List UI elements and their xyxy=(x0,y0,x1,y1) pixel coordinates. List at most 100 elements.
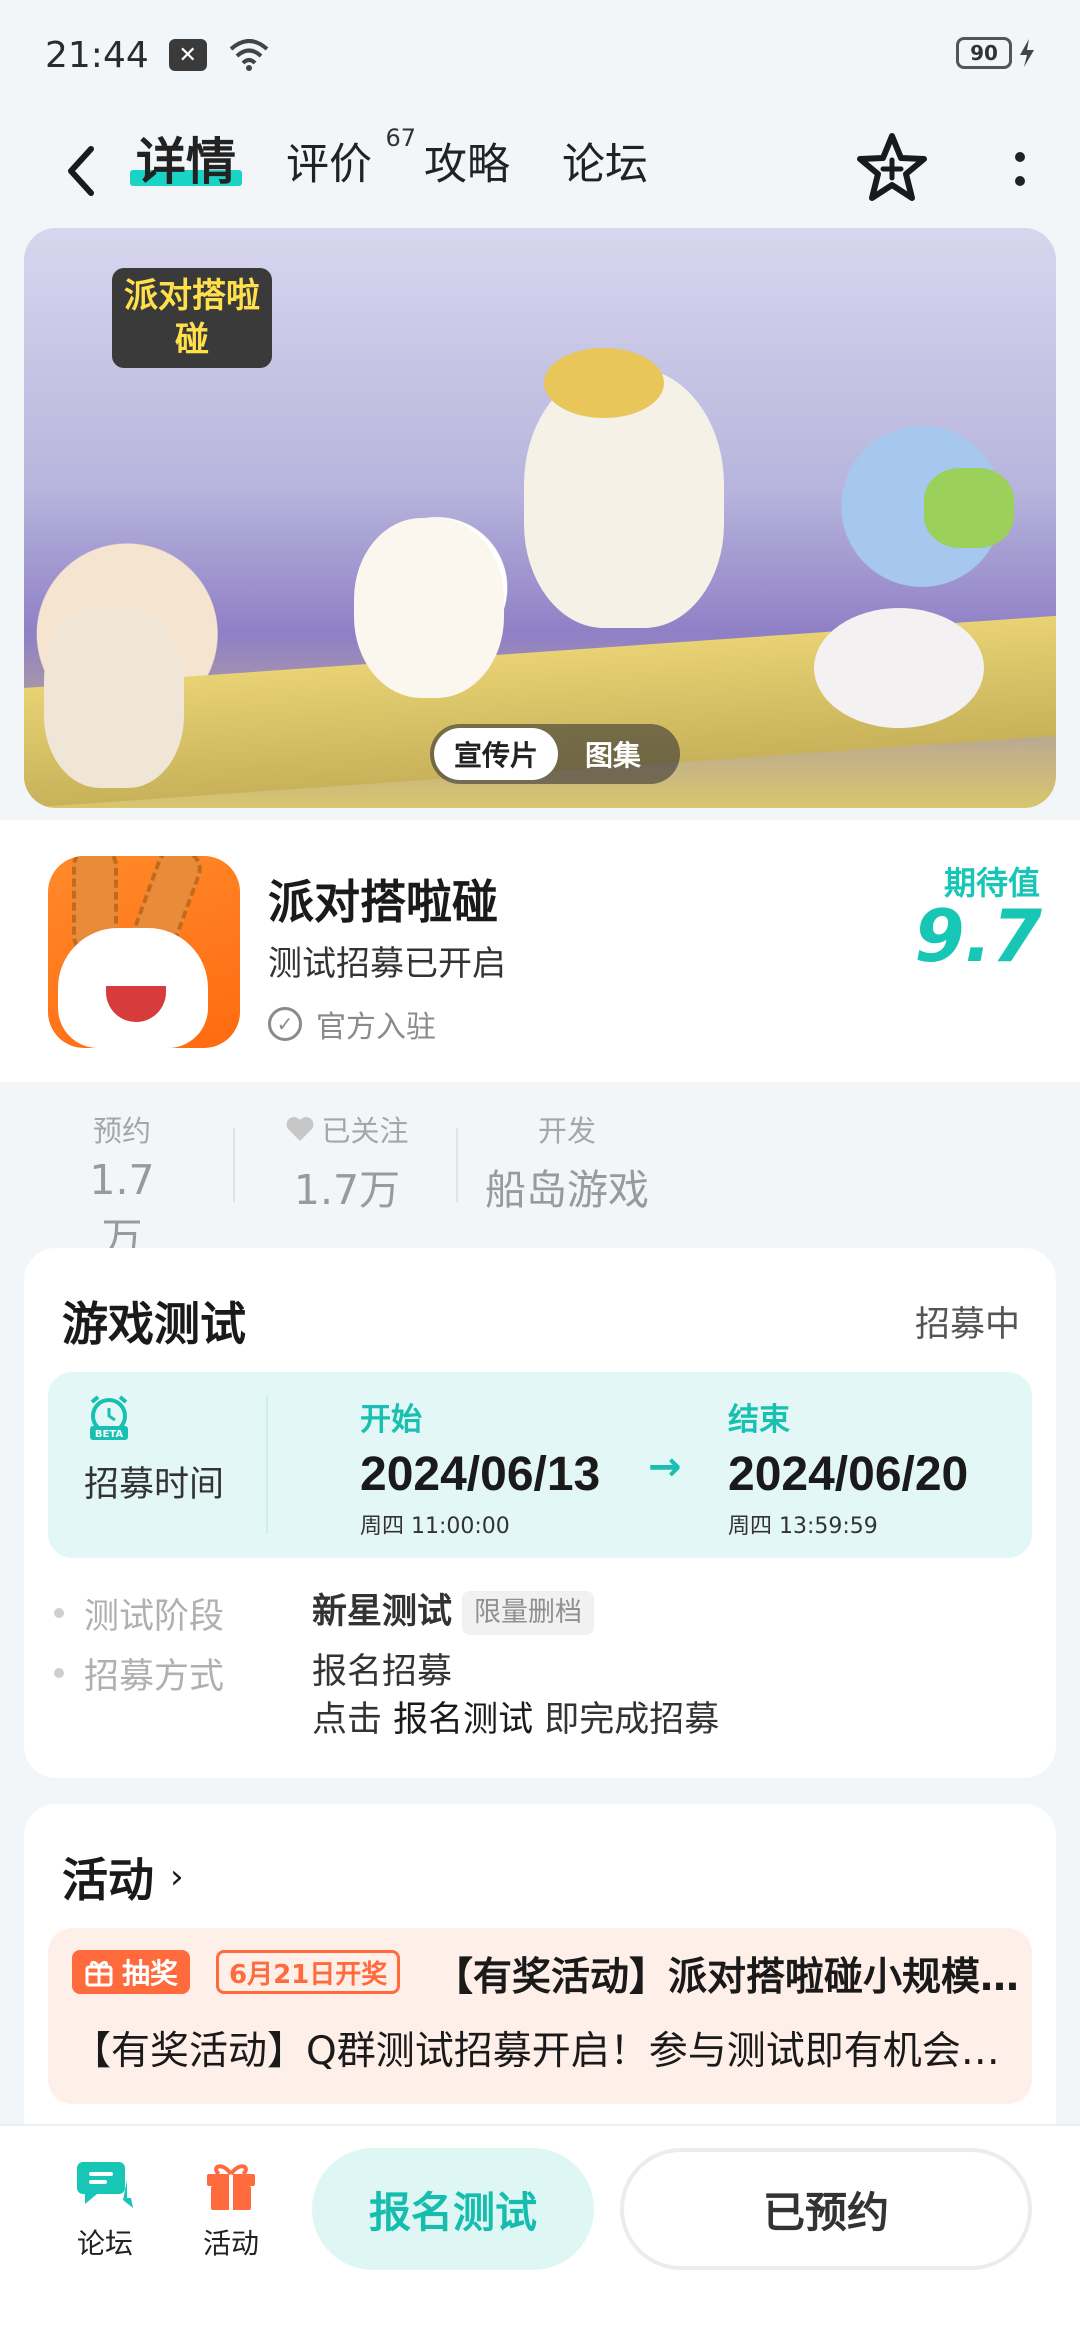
tab-label: 评价 xyxy=(286,140,372,190)
wifi-icon xyxy=(229,39,269,71)
stat-followers: 已关注 1.7万 xyxy=(282,1108,412,1216)
back-arrow-icon xyxy=(68,146,94,196)
stage-value: 新星测试 xyxy=(312,1592,453,1632)
start-title: 开始 xyxy=(360,1402,422,1438)
activity-title: 【有奖活动】派对搭啦碰小规模测试招募开启 xyxy=(434,1955,1028,2000)
activity-header[interactable]: 活动 › xyxy=(62,1844,184,1910)
game-subtitle: 测试招募已开启 xyxy=(268,944,506,984)
start-date: 2024/06/13 xyxy=(360,1448,601,1501)
end-title: 结束 xyxy=(728,1402,790,1438)
end-date: 2024/06/20 xyxy=(728,1448,969,1501)
banner-character-dino xyxy=(924,468,1014,548)
recruit-method-row: 招募方式 报名招募 点击 报名测试 即完成招募 xyxy=(54,1648,719,1744)
stage-label: 测试阶段 xyxy=(84,1597,225,1637)
banner-tab-trailer[interactable]: 宣传片 xyxy=(434,728,558,780)
activity-button[interactable]: 活动 xyxy=(186,2156,276,2262)
end-time: 结束 2024/06/20 周四 13:59:59 xyxy=(728,1394,968,1540)
signup-test-button[interactable]: 报名测试 xyxy=(312,2148,594,2270)
expectation-score: 9.7 xyxy=(914,894,1042,978)
check-icon: ✓ xyxy=(268,1007,302,1041)
notification-icon: ✕ xyxy=(168,39,207,71)
bottom-action-bar: 论坛 活动 报名测试 已预约 xyxy=(0,2124,1080,2340)
game-title: 派对搭啦碰 xyxy=(268,875,498,929)
chat-bubble-icon xyxy=(77,2162,133,2208)
activity-label: 活动 xyxy=(202,2227,259,2260)
status-icons: ✕ xyxy=(168,39,269,71)
gift-icon xyxy=(207,2164,255,2210)
banner-character-radish xyxy=(814,608,984,728)
method-hint-prefix: 点击 xyxy=(312,1700,394,1740)
start-time: 开始 2024/06/13 周四 11:00:00 xyxy=(360,1394,600,1540)
game-test-card: 游戏测试 招募中 BETA 招募时间 开始 2024/06/13 周四 11:0… xyxy=(24,1248,1056,1778)
recruit-time-label: 招募时间 xyxy=(84,1465,225,1505)
back-button[interactable] xyxy=(55,136,105,206)
forum-button[interactable]: 论坛 xyxy=(60,2156,150,2262)
activity-description: 【有奖活动】Q群测试招募开启！参与测试即有机会获得 xyxy=(72,2029,1012,2074)
tab-guides[interactable]: 攻略 xyxy=(424,130,510,192)
divider xyxy=(456,1128,458,1202)
game-app-icon xyxy=(48,856,240,1048)
method-value: 报名招募 xyxy=(312,1652,453,1692)
banner-media-tabs: 宣传片 图集 xyxy=(430,724,680,784)
forum-label: 论坛 xyxy=(76,2227,133,2260)
status-bar: 21:44 ✕ 90 xyxy=(0,0,1080,110)
tab-details[interactable]: 详情 xyxy=(130,122,242,194)
tab-label: 攻略 xyxy=(424,140,510,190)
recruit-status: 招募中 xyxy=(914,1305,1020,1345)
top-nav: 详情 评价 67 攻略 论坛 xyxy=(0,110,1080,240)
banner-character-robot xyxy=(44,608,184,788)
stat-reservations: 预约 1.7万 xyxy=(72,1108,172,1264)
reserved-button[interactable]: 已预约 xyxy=(620,2148,1032,2270)
developer-name: 船岛游戏 xyxy=(485,1166,649,1214)
divider xyxy=(233,1128,235,1202)
banner-character-chicken xyxy=(354,518,504,698)
lottery-label: 抽奖 xyxy=(122,1957,179,1990)
stat-label: 开发 xyxy=(537,1114,596,1148)
banner-character-hat xyxy=(544,348,664,418)
charging-icon xyxy=(1020,39,1034,67)
official-label: 官方入驻 xyxy=(316,1010,436,1045)
game-info: 派对搭啦碰 测试招募已开启 ✓ 官方入驻 期待值 9.7 xyxy=(0,820,1080,1082)
section-title: 游戏测试 xyxy=(62,1297,246,1351)
gift-icon xyxy=(85,1960,113,1987)
star-icon xyxy=(857,133,927,201)
battery-indicator: 90 xyxy=(956,37,1036,69)
svg-text:BETA: BETA xyxy=(95,1429,123,1440)
banner-game-logo: 派对搭啦碰 xyxy=(112,268,272,368)
activity-item[interactable]: 抽奖 6月21日开奖 【有奖活动】派对搭啦碰小规模测试招募开启 【有奖活动】Q群… xyxy=(48,1928,1032,2104)
start-clock: 周四 11:00:00 xyxy=(360,1514,510,1539)
game-stats: 预约 1.7万 已关注 1.7万 开发 船岛游戏 xyxy=(0,1084,1080,1262)
end-clock: 周四 13:59:59 xyxy=(728,1514,878,1539)
draw-date-badge: 6月21日开奖 xyxy=(216,1950,401,1994)
official-badge: ✓ 官方入驻 xyxy=(268,1002,436,1046)
tab-forum[interactable]: 论坛 xyxy=(562,130,648,192)
bullet xyxy=(54,1608,64,1618)
divider xyxy=(266,1396,268,1534)
test-stage-row: 测试阶段 新星测试 限量删档 xyxy=(54,1588,595,1639)
tab-label: 详情 xyxy=(136,133,236,191)
tab-label: 论坛 xyxy=(562,140,648,190)
section-title: 活动 xyxy=(62,1853,154,1907)
stat-developer[interactable]: 开发 船岛游戏 xyxy=(482,1108,652,1216)
method-label: 招募方式 xyxy=(84,1657,225,1697)
media-banner[interactable]: 派对搭啦碰 宣传片 图集 xyxy=(24,228,1056,808)
stage-tag: 限量删档 xyxy=(462,1591,595,1635)
banner-tab-gallery[interactable]: 图集 xyxy=(558,728,668,780)
review-count-badge: 67 xyxy=(385,124,416,152)
dot xyxy=(1015,176,1025,186)
heart-icon xyxy=(286,1117,314,1141)
stat-label: 预约 xyxy=(92,1114,151,1148)
more-options-button[interactable] xyxy=(1000,134,1040,204)
chevron-right-icon: › xyxy=(170,1857,184,1897)
dot xyxy=(1015,152,1025,162)
method-hint-suffix: 即完成招募 xyxy=(533,1700,720,1740)
tab-reviews[interactable]: 评价 67 xyxy=(286,124,416,192)
stat-value: 1.7万 xyxy=(293,1166,401,1214)
bullet xyxy=(54,1668,64,1678)
recruit-time-box: BETA 招募时间 开始 2024/06/13 周四 11:00:00 → 结束… xyxy=(48,1372,1032,1558)
arrow-right-icon: → xyxy=(648,1444,682,1490)
status-time: 21:44 xyxy=(45,34,149,76)
battery-level: 90 xyxy=(956,37,1012,69)
favorite-button[interactable] xyxy=(854,130,930,206)
lottery-badge: 抽奖 xyxy=(72,1950,191,1994)
